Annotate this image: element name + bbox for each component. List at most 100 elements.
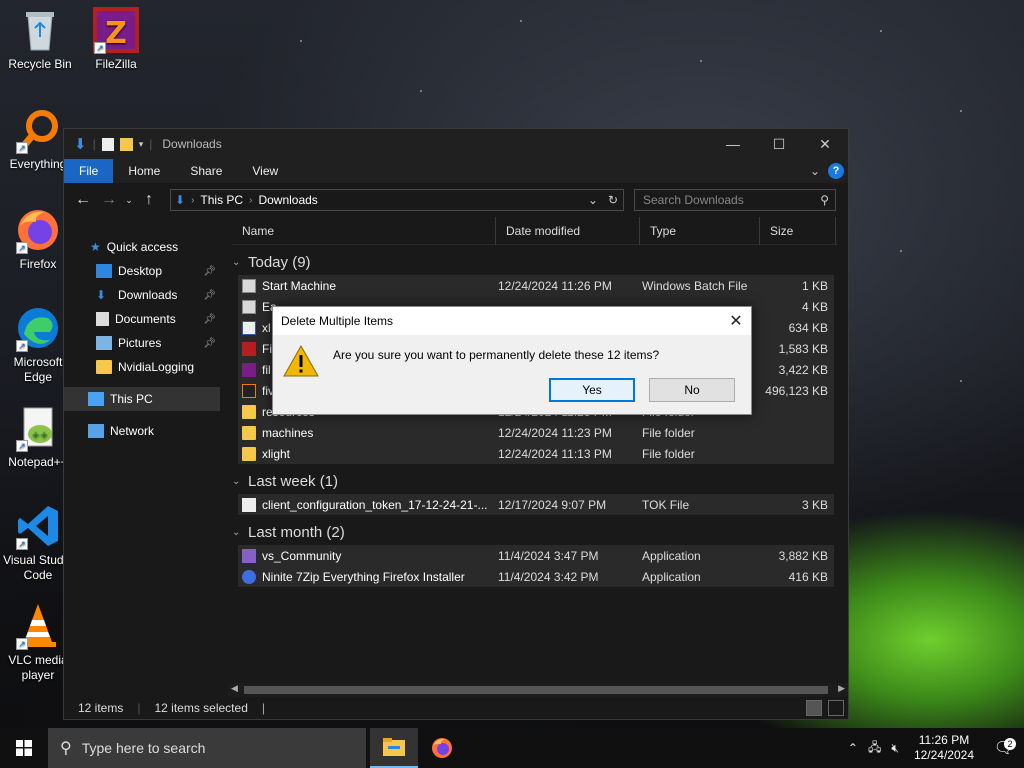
scroll-right-icon[interactable]: ▶	[838, 683, 845, 694]
details-view-icon[interactable]	[806, 700, 822, 716]
start-button[interactable]	[0, 728, 48, 768]
nav-nvidialogging[interactable]: NvidiaLogging	[64, 355, 220, 379]
network-icon[interactable]: 🖧︎	[868, 738, 881, 759]
properties-icon[interactable]	[101, 137, 114, 151]
download-arrow-icon: ⬇	[96, 288, 107, 302]
ribbon: File Home Share View ⌄ ?	[64, 159, 848, 183]
list-item[interactable]: Ninite 7Zip Everything Firefox Installer…	[238, 566, 834, 587]
file-date: 11/4/2024 3:47 PM	[498, 548, 599, 563]
close-icon[interactable]: ✕	[721, 311, 751, 331]
file-type: Application	[642, 548, 701, 563]
file-name: Ninite 7Zip Everything Firefox Installer	[262, 569, 465, 584]
taskbar-search-placeholder: Type here to search	[81, 740, 206, 756]
batch-file-icon	[242, 299, 256, 314]
edge-icon: ↗	[14, 304, 62, 352]
breadcrumb-this-pc[interactable]: This PC	[200, 193, 243, 207]
list-item[interactable]: client_configuration_token_17-12-24-21-.…	[238, 494, 834, 515]
close-button[interactable]: ✕	[802, 129, 848, 159]
maximize-button[interactable]: ☐	[756, 129, 802, 159]
tab-home[interactable]: Home	[113, 159, 175, 183]
new-folder-icon[interactable]	[119, 137, 133, 151]
file-name: machines	[262, 425, 314, 440]
nav-network[interactable]: Network	[64, 419, 220, 443]
up-arrow-icon[interactable]: ↑	[136, 191, 162, 209]
nav-quick-access[interactable]: ★ Quick access	[64, 235, 220, 259]
download-arrow-icon: ⬇	[74, 136, 87, 153]
list-item[interactable]: Start Machine 12/24/2024 11:26 PM Window…	[238, 275, 834, 296]
title-bar[interactable]: ⬇ | ▾ | Downloads — ☐ ✕	[64, 129, 848, 159]
group-label: Today (9)	[248, 253, 311, 271]
tab-view[interactable]: View	[237, 159, 293, 183]
file-name: Start Machine	[262, 278, 337, 293]
shortcut-arrow-icon: ↗	[16, 340, 28, 352]
tab-share[interactable]: Share	[175, 159, 237, 183]
notification-center-button[interactable]: 🗨︎ 2	[984, 738, 1024, 758]
breadcrumb-downloads[interactable]: Downloads	[258, 193, 317, 207]
group-today[interactable]: ⌄ Today (9)	[232, 249, 838, 275]
expand-ribbon-icon[interactable]: ⌄	[810, 164, 820, 178]
back-arrow-icon[interactable]: ←	[70, 191, 96, 209]
recent-locations-icon[interactable]: ⌄	[122, 195, 136, 206]
large-icons-view-icon[interactable]	[828, 700, 844, 716]
svg-text:Z: Z	[105, 16, 127, 51]
group-last-month[interactable]: ⌄ Last month (2)	[232, 519, 838, 545]
nav-label: Desktop	[118, 264, 163, 278]
scroll-left-icon[interactable]: ◀	[231, 683, 238, 694]
taskbar-file-explorer[interactable]	[370, 728, 418, 768]
ninite-icon	[242, 569, 256, 584]
list-item[interactable]: vs_Community 11/4/2024 3:47 PM Applicati…	[238, 545, 834, 566]
nav-label: Downloads	[118, 288, 178, 302]
desktop-icon-label: FileZilla	[95, 57, 137, 71]
taskbar-firefox[interactable]	[418, 728, 466, 768]
group-label: Last week (1)	[248, 472, 339, 490]
nav-desktop[interactable]: Desktop 📌︎	[64, 259, 220, 283]
file-name: vs_Community	[262, 548, 342, 563]
clock[interactable]: 11:26 PM 12/24/2024	[904, 733, 984, 763]
column-size[interactable]: Size	[760, 216, 836, 245]
list-item[interactable]: xlight 12/24/2024 11:13 PM File folder	[238, 443, 834, 464]
dialog-title-bar[interactable]: Delete Multiple Items ✕	[273, 307, 751, 335]
tab-file[interactable]: File	[64, 159, 114, 183]
filezilla-icon	[242, 341, 256, 356]
desktop-icon-filezilla[interactable]: Z ↗ FileZilla	[78, 6, 154, 72]
horizontal-scrollbar[interactable]: ◀ ▶	[228, 683, 848, 697]
desktop-icon-recycle-bin[interactable]: Recycle Bin	[2, 6, 78, 72]
star-icon: ★	[90, 240, 101, 254]
forward-arrow-icon[interactable]: →	[96, 191, 122, 209]
list-item[interactable]: machines 12/24/2024 11:23 PM File folder	[238, 422, 834, 443]
column-date-modified[interactable]: Date modified	[496, 216, 640, 245]
chevron-down-icon: ⌄	[232, 526, 241, 538]
chevron-down-icon: ⌄	[232, 256, 241, 268]
nav-this-pc[interactable]: This PC	[64, 387, 220, 411]
nav-documents[interactable]: Documents 📌︎	[64, 307, 220, 331]
column-type[interactable]: Type	[640, 216, 760, 245]
visual-studio-installer-icon	[242, 548, 256, 563]
chevron-down-icon[interactable]: ⌄	[588, 193, 598, 207]
nav-downloads[interactable]: ⬇ Downloads 📌︎	[64, 283, 220, 307]
column-name[interactable]: Name	[232, 216, 496, 245]
group-last-week[interactable]: ⌄ Last week (1)	[232, 468, 838, 494]
search-icon: ⚲	[820, 193, 829, 207]
window-title: Downloads	[162, 137, 222, 151]
volume-muted-icon[interactable]: 🔇︎	[891, 741, 899, 756]
shortcut-arrow-icon: ↗	[16, 142, 28, 154]
show-hidden-icons-icon[interactable]: ⌃	[848, 741, 858, 755]
windows-logo-icon	[16, 740, 32, 756]
search-box[interactable]: Search Downloads ⚲	[634, 189, 836, 211]
file-explorer-icon	[383, 738, 405, 756]
address-bar[interactable]: ⬇ › This PC › Downloads ⌄ ↻	[170, 189, 624, 211]
file-type: File folder	[642, 446, 695, 461]
minimize-button[interactable]: —	[710, 129, 756, 159]
file-size: 416 KB	[788, 569, 828, 584]
taskbar-search-box[interactable]: ⚲ Type here to search	[48, 728, 366, 768]
yes-button[interactable]: Yes	[549, 378, 635, 402]
no-button[interactable]: No	[649, 378, 735, 402]
chevron-down-icon[interactable]: ▾	[139, 139, 144, 150]
folder-icon	[96, 360, 112, 374]
explorer-window: ⬇ | ▾ | Downloads — ☐ ✕ File Home Share …	[63, 128, 849, 720]
help-icon[interactable]: ?	[828, 163, 844, 179]
nav-pictures[interactable]: Pictures 📌︎	[64, 331, 220, 355]
dialog-title: Delete Multiple Items	[281, 314, 394, 328]
scrollbar-thumb[interactable]	[244, 686, 828, 694]
refresh-icon[interactable]: ↻	[608, 193, 618, 207]
